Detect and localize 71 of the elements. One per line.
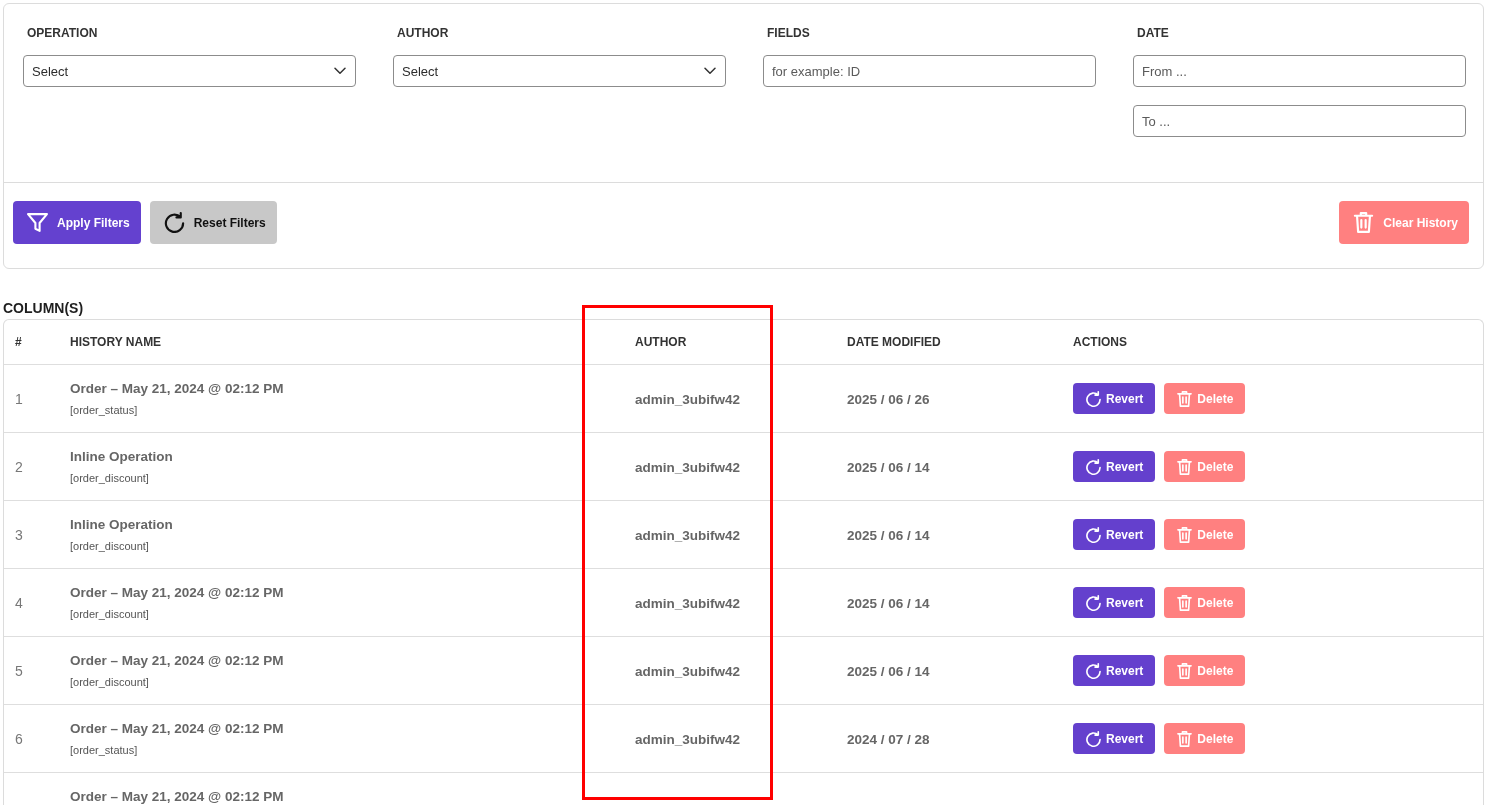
row-number: 6 <box>15 730 23 747</box>
column-header: DATE MODIFIED <box>846 335 942 349</box>
filter-label: FIELDS <box>766 26 811 40</box>
history-name: Order – May 21, 2024 @ 02:12 PM <box>70 584 285 601</box>
revert-button[interactable]: Revert <box>1073 587 1156 618</box>
filter-icon <box>27 212 48 233</box>
text-field[interactable]: To ... <box>1133 105 1466 137</box>
revert-button[interactable]: Revert <box>1073 723 1156 754</box>
row-number: 3 <box>15 526 23 543</box>
revert-button[interactable]: Revert <box>1073 655 1156 686</box>
row-number: 2 <box>15 458 23 475</box>
refresh-icon <box>1086 458 1101 475</box>
text-field[interactable]: From ... <box>1133 55 1466 87</box>
trash-icon <box>1177 390 1193 407</box>
trash-icon <box>1177 458 1193 475</box>
history-name: Order – May 21, 2024 @ 02:12 PM <box>70 380 285 397</box>
date-modified: 2025 / 06 / 14 <box>847 663 930 679</box>
history-name: Order – May 21, 2024 @ 02:12 PM <box>70 652 285 669</box>
author-name: admin_3ubifw42 <box>635 663 741 679</box>
dropdown[interactable]: Select <box>393 55 726 87</box>
field-tag: [order_discount] <box>70 607 624 621</box>
field-tag: [order_discount] <box>70 471 624 485</box>
column-header: ACTIONS <box>1072 335 1128 349</box>
refresh-icon <box>1086 594 1101 611</box>
field-tag: [order_discount] <box>70 539 624 553</box>
date-modified: 2025 / 06 / 14 <box>847 595 930 611</box>
history-name: Order – May 21, 2024 @ 02:12 PM <box>70 720 285 737</box>
history-name: Inline Operation <box>70 448 174 465</box>
row-number: 4 <box>15 594 23 611</box>
row-number: 5 <box>15 662 23 679</box>
trash-icon <box>1353 212 1375 233</box>
date-modified: 2025 / 06 / 26 <box>847 391 930 407</box>
refresh-icon <box>1086 662 1101 679</box>
chevron-down-icon <box>334 67 346 75</box>
date-modified: 2024 / 07 / 28 <box>847 731 930 747</box>
filter-label: DATE <box>1136 26 1170 40</box>
filter-label: AUTHOR <box>396 26 450 40</box>
refresh-icon <box>1086 526 1101 543</box>
section-title: COLUMN(S) <box>3 300 85 317</box>
chevron-down-icon <box>704 67 716 75</box>
text-field[interactable]: for example: ID <box>763 55 1096 87</box>
column-header: # <box>14 335 23 349</box>
column-header: AUTHOR <box>634 335 688 349</box>
revert-button[interactable]: Revert <box>1073 383 1156 414</box>
trash-icon <box>1177 662 1193 679</box>
filter-label: OPERATION <box>26 26 99 40</box>
author-name: admin_3ubifw42 <box>635 527 741 543</box>
author-name: admin_3ubifw42 <box>635 391 741 407</box>
history-name: Inline Operation <box>70 516 174 533</box>
field-tag: [order_status] <box>70 743 624 757</box>
revert-button[interactable]: Revert <box>1073 451 1156 482</box>
revert-button[interactable]: Revert <box>1073 519 1156 550</box>
author-name: admin_3ubifw42 <box>635 731 741 747</box>
refresh-icon <box>163 212 185 233</box>
field-tag: [order_discount] <box>70 675 624 689</box>
field-tag: [order_status] <box>70 403 624 417</box>
refresh-icon <box>1086 390 1101 407</box>
reset-filters-button[interactable]: Reset Filters <box>149 201 277 244</box>
trash-icon <box>1177 594 1193 611</box>
history-name: Order – May 21, 2024 @ 02:12 PM <box>70 788 285 805</box>
refresh-icon <box>1086 730 1101 747</box>
date-modified: 2025 / 06 / 14 <box>847 459 930 475</box>
dropdown[interactable]: Select <box>23 55 356 87</box>
author-name: admin_3ubifw42 <box>635 459 741 475</box>
date-modified: 2025 / 06 / 14 <box>847 527 930 543</box>
row-number: 1 <box>15 390 23 407</box>
author-name: admin_3ubifw42 <box>635 595 741 611</box>
trash-icon <box>1177 526 1193 543</box>
trash-icon <box>1177 730 1193 747</box>
column-header: HISTORY NAME <box>69 335 163 349</box>
apply-filters-button[interactable]: Apply Filters <box>13 201 141 244</box>
